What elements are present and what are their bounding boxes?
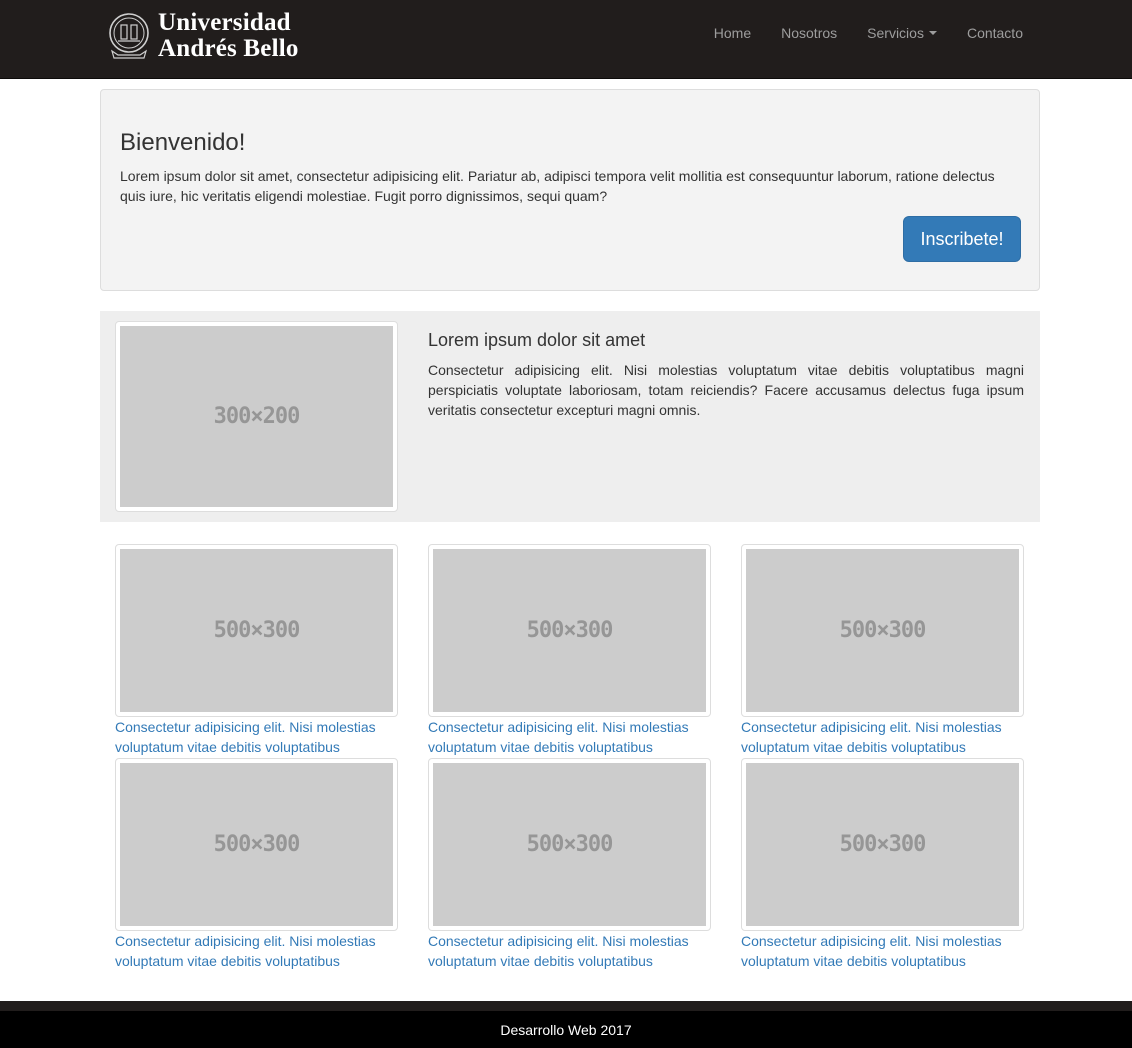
main-nav: Home Nosotros Servicios Contacto [699,0,1038,66]
signup-button[interactable]: Inscribete! [903,216,1021,262]
brand-line-1: Universidad [158,9,291,36]
brand-logo[interactable]: Universidad Andrés Bello [108,10,299,62]
placeholder-label: 500×300 [839,832,927,857]
placeholder-label: 500×300 [526,618,614,643]
gallery-card: 500×300 Consectetur adipisicing elit. Ni… [741,544,1024,757]
brand-line-2: Andrés Bello [158,35,299,62]
nav-home[interactable]: Home [699,25,766,41]
footer-text: Desarrollo Web 2017 [500,1022,632,1038]
brand-name: Universidad Andrés Bello [158,10,299,62]
university-seal-icon [109,13,149,59]
gallery-caption-link[interactable]: Consectetur adipisicing elit. Nisi moles… [428,717,711,757]
gallery-caption-link[interactable]: Consectetur adipisicing elit. Nisi moles… [741,931,1024,971]
gallery-caption-link[interactable]: Consectetur adipisicing elit. Nisi moles… [115,717,398,757]
gallery-thumbnail[interactable]: 500×300 [115,758,398,931]
welcome-jumbotron: Bienvenido! Lorem ipsum dolor sit amet, … [100,89,1040,291]
image-placeholder: 300×200 [120,326,393,507]
gallery-card: 500×300 Consectetur adipisicing elit. Ni… [115,758,398,971]
placeholder-label: 500×300 [213,618,301,643]
image-placeholder: 500×300 [120,549,393,712]
feature-text: Consectetur adipisicing elit. Nisi moles… [428,362,1024,418]
gallery-thumbnail[interactable]: 500×300 [428,758,711,931]
placeholder-label: 500×300 [213,832,301,857]
gallery-thumbnail[interactable]: 500×300 [741,758,1024,931]
image-placeholder: 500×300 [746,763,1019,926]
gallery-caption-link[interactable]: Consectetur adipisicing elit. Nisi moles… [741,717,1024,757]
feature-thumbnail: 300×200 [115,321,398,512]
welcome-title: Bienvenido! [120,129,246,156]
caret-down-icon [928,31,937,35]
footer: Desarrollo Web 2017 [0,1001,1132,1048]
image-placeholder: 500×300 [433,549,706,712]
welcome-text: Lorem ipsum dolor sit amet, consectetur … [120,168,995,204]
nav-servicios-label: Servicios [867,25,924,41]
gallery-thumbnail[interactable]: 500×300 [741,544,1024,717]
nav-contacto[interactable]: Contacto [952,25,1038,41]
gallery-card: 500×300 Consectetur adipisicing elit. Ni… [741,758,1024,971]
nav-nosotros[interactable]: Nosotros [766,25,852,41]
placeholder-label: 300×200 [213,404,301,429]
gallery-caption-link[interactable]: Consectetur adipisicing elit. Nisi moles… [428,931,711,971]
gallery-caption-link[interactable]: Consectetur adipisicing elit. Nisi moles… [115,931,398,971]
navbar: Universidad Andrés Bello Home Nosotros S… [0,0,1132,79]
gallery-card: 500×300 Consectetur adipisicing elit. Ni… [428,758,711,971]
placeholder-label: 500×300 [526,832,614,857]
feature-heading: Lorem ipsum dolor sit amet [428,330,646,350]
image-placeholder: 500×300 [433,763,706,926]
feature-media: 300×200 Lorem ipsum dolor sit amet Conse… [100,311,1040,522]
placeholder-label: 500×300 [839,618,927,643]
nav-servicios-dropdown[interactable]: Servicios [852,25,952,41]
gallery-card: 500×300 Consectetur adipisicing elit. Ni… [428,544,711,757]
image-placeholder: 500×300 [120,763,393,926]
image-placeholder: 500×300 [746,549,1019,712]
gallery-thumbnail[interactable]: 500×300 [115,544,398,717]
gallery-thumbnail[interactable]: 500×300 [428,544,711,717]
gallery-card: 500×300 Consectetur adipisicing elit. Ni… [115,544,398,757]
